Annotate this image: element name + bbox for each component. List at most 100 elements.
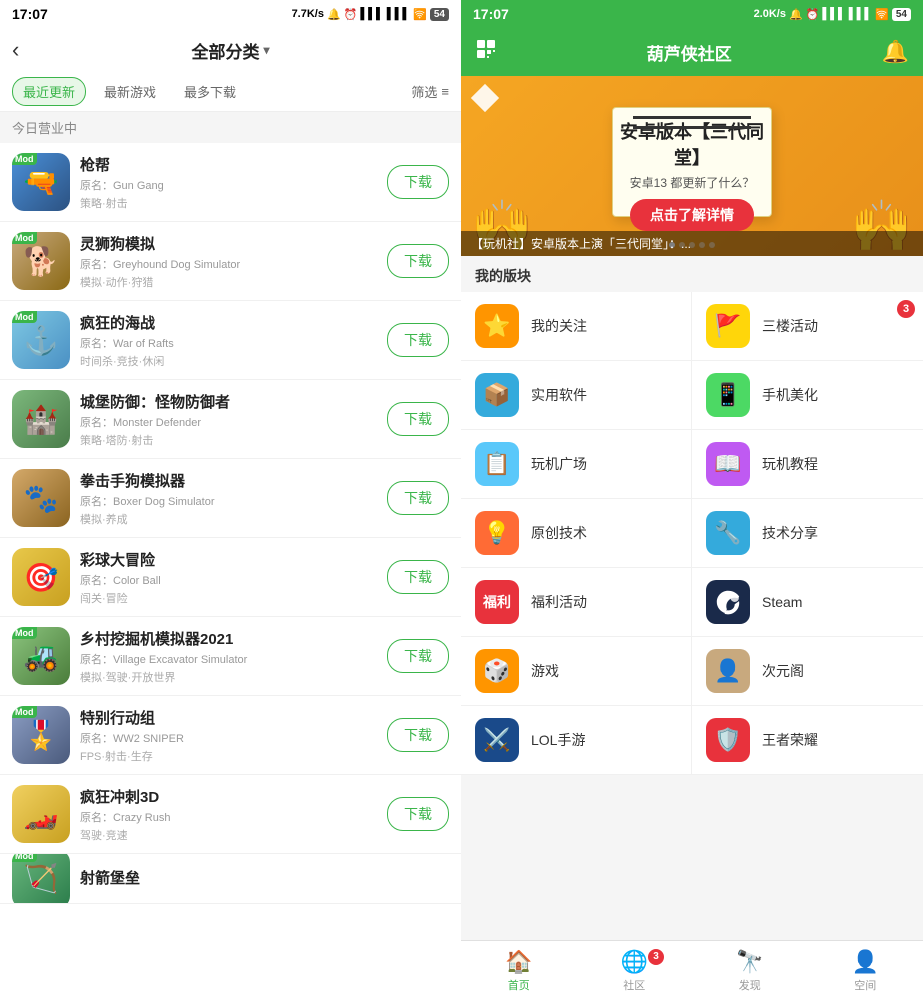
game-icon-wrap: ⚓ Mod [12, 311, 70, 369]
game-icon-wrap: 🎖️ Mod [12, 706, 70, 764]
download-button[interactable]: 下载 [387, 481, 449, 515]
lol-icon: ⚔️ [475, 718, 519, 762]
filter-tab-mostdownload[interactable]: 最多下载 [174, 78, 246, 105]
banner-book: 安卓版本【三代同堂】 安卓13 都更新了什么？ 点击了解详情 [612, 107, 772, 217]
dropdown-arrow-icon: ▾ [263, 43, 269, 57]
block-item-king[interactable]: 🛡️ 王者荣耀 [692, 706, 923, 775]
game-tags: 模拟·动作·狩猎 [80, 274, 377, 290]
block-label: 技术分享 [762, 523, 818, 543]
block-item-beauty[interactable]: 📱 手机美化 [692, 361, 923, 430]
block-label: 我的关注 [531, 316, 587, 336]
game-original: 原名：Village Excavator Simulator [80, 651, 377, 667]
block-item-software[interactable]: 📦 实用软件 [461, 361, 692, 430]
left-status-icons: 7.7K/s 🔔⏰ ▌▌▌▌▌▌ 🛜 54 [292, 8, 449, 21]
list-item: 🏎️ 疯狂冲刺3D 原名：Crazy Rush 驾驶·竞速 下载 [0, 775, 461, 854]
game-icon: 🐾 [12, 469, 70, 527]
block-item-tutorial[interactable]: 📖 玩机教程 [692, 430, 923, 499]
space-icon: 👤 [852, 949, 879, 975]
list-item: 🔫 Mod 枪帮 原名：Gun Gang 策略·射击 下载 [0, 143, 461, 222]
download-button[interactable]: 下载 [387, 244, 449, 278]
block-label: 玩机广场 [531, 454, 587, 474]
download-button[interactable]: 下载 [387, 718, 449, 752]
game-tags: 驾驶·竞速 [80, 827, 377, 843]
block-item-lol[interactable]: ⚔️ LOL手游 [461, 706, 692, 775]
bell-icon[interactable]: 🔔 [882, 39, 909, 65]
banner-diamond [471, 84, 499, 112]
list-item: 🎖️ Mod 特别行动组 原名：WW2 SNIPER FPS·射击·生存 下载 [0, 696, 461, 775]
block-item-game[interactable]: 🎲 游戏 [461, 637, 692, 706]
banner-caption: 【玩机社】安卓版本上演「三代同堂」：... [461, 231, 923, 256]
banner[interactable]: 安卓版本【三代同堂】 安卓13 都更新了什么？ 点击了解详情 🙌 🙌 【玩机社】… [461, 76, 923, 256]
nav-item-community[interactable]: 3 🌐 社区 [577, 949, 693, 993]
banner-button[interactable]: 点击了解详情 [630, 199, 754, 231]
game-block-icon: 🎲 [475, 649, 519, 693]
block-item-welfare[interactable]: 福利 福利活动 [461, 568, 692, 637]
left-header: ‹ 全部分类 ▾ [0, 28, 461, 72]
block-label: LOL手游 [531, 730, 585, 750]
block-label: 实用软件 [531, 385, 587, 405]
list-item: 🚜 Mod 乡村挖掘机模拟器2021 原名：Village Excavator … [0, 617, 461, 696]
block-item-tech[interactable]: 💡 原创技术 [461, 499, 692, 568]
header-title[interactable]: 全部分类 ▾ [191, 38, 269, 63]
download-button[interactable]: 下载 [387, 797, 449, 831]
steam-icon [706, 580, 750, 624]
block-label: 福利活动 [531, 592, 587, 612]
nav-item-space[interactable]: 👤 空间 [808, 949, 923, 993]
download-button[interactable]: 下载 [387, 560, 449, 594]
block-item-anime[interactable]: 👤 次元阁 [692, 637, 923, 706]
game-icon-wrap: 🐕 Mod [12, 232, 70, 290]
block-label: 次元阁 [762, 661, 804, 681]
block-item-arcade[interactable]: 📋 玩机广场 [461, 430, 692, 499]
game-title: 彩球大冒险 [80, 549, 377, 570]
download-button[interactable]: 下载 [387, 402, 449, 436]
right-time: 17:07 [473, 6, 509, 22]
block-item-steam[interactable]: Steam [692, 568, 923, 637]
nav-label-community: 社区 [623, 977, 645, 993]
game-tags: 模拟·养成 [80, 511, 377, 527]
download-button[interactable]: 下载 [387, 165, 449, 199]
techshare-icon: 🔧 [706, 511, 750, 555]
beauty-icon: 📱 [706, 373, 750, 417]
filter-bar: 最近更新 最新游戏 最多下载 筛选 ≡ [0, 72, 461, 112]
floor-badge: 3 [897, 300, 915, 318]
block-label: Steam [762, 594, 802, 610]
right-status-icons: 2.0K/s 🔔⏰ ▌▌▌▌▌▌ 🛜 54 [754, 8, 911, 21]
right-content: 安卓版本【三代同堂】 安卓13 都更新了什么？ 点击了解详情 🙌 🙌 【玩机社】… [461, 76, 923, 940]
list-item: ⚓ Mod 疯狂的海战 原名：War of Rafts 时间杀·竞技·休闲 下载 [0, 301, 461, 380]
game-icon: 🏰 [12, 390, 70, 448]
block-item-floor[interactable]: 🚩 三楼活动 3 [692, 292, 923, 361]
grid-icon[interactable] [475, 38, 497, 66]
game-icon-wrap: 🏹 Mod [12, 854, 70, 904]
block-label: 三楼活动 [762, 316, 818, 336]
game-original: 原名：Greyhound Dog Simulator [80, 256, 377, 272]
community-title: 葫芦侠社区 [647, 40, 732, 65]
nav-item-home[interactable]: 🏠 首页 [461, 949, 577, 993]
download-button[interactable]: 下载 [387, 639, 449, 673]
game-original: 原名：Color Ball [80, 572, 377, 588]
download-button[interactable]: 下载 [387, 323, 449, 357]
game-original: 原名：Monster Defender [80, 414, 377, 430]
back-button[interactable]: ‹ [12, 37, 19, 63]
game-tags: 闯关·冒险 [80, 590, 377, 606]
list-item: 🐾 拳击手狗模拟器 原名：Boxer Dog Simulator 模拟·养成 下… [0, 459, 461, 538]
filter-tab-recent[interactable]: 最近更新 [12, 77, 86, 106]
game-icon-wrap: 🎯 [12, 548, 70, 606]
banner-subtitle: 安卓13 都更新了什么？ [630, 174, 755, 191]
filter-icon: ≡ [441, 84, 449, 99]
block-label: 原创技术 [531, 523, 587, 543]
block-item-follow[interactable]: ⭐ 我的关注 [461, 292, 692, 361]
block-item-techshare[interactable]: 🔧 技术分享 [692, 499, 923, 568]
welfare-icon: 福利 [475, 580, 519, 624]
list-item: 🎯 彩球大冒险 原名：Color Ball 闯关·冒险 下载 [0, 538, 461, 617]
game-title: 疯狂冲刺3D [80, 786, 377, 807]
nav-item-discover[interactable]: 🔭 发现 [692, 949, 808, 993]
filter-tab-newest[interactable]: 最新游戏 [94, 78, 166, 105]
game-icon: 🏎️ [12, 785, 70, 843]
list-item: 🐕 Mod 灵狮狗模拟 原名：Greyhound Dog Simulator 模… [0, 222, 461, 301]
section-label: 我的版块 [461, 256, 923, 292]
block-label: 手机美化 [762, 385, 818, 405]
game-title: 灵狮狗模拟 [80, 233, 377, 254]
community-icon: 🌐 [621, 949, 648, 975]
list-item: 🏹 Mod 射箭堡垒 [0, 854, 461, 904]
filter-button[interactable]: 筛选 ≡ [411, 82, 449, 101]
